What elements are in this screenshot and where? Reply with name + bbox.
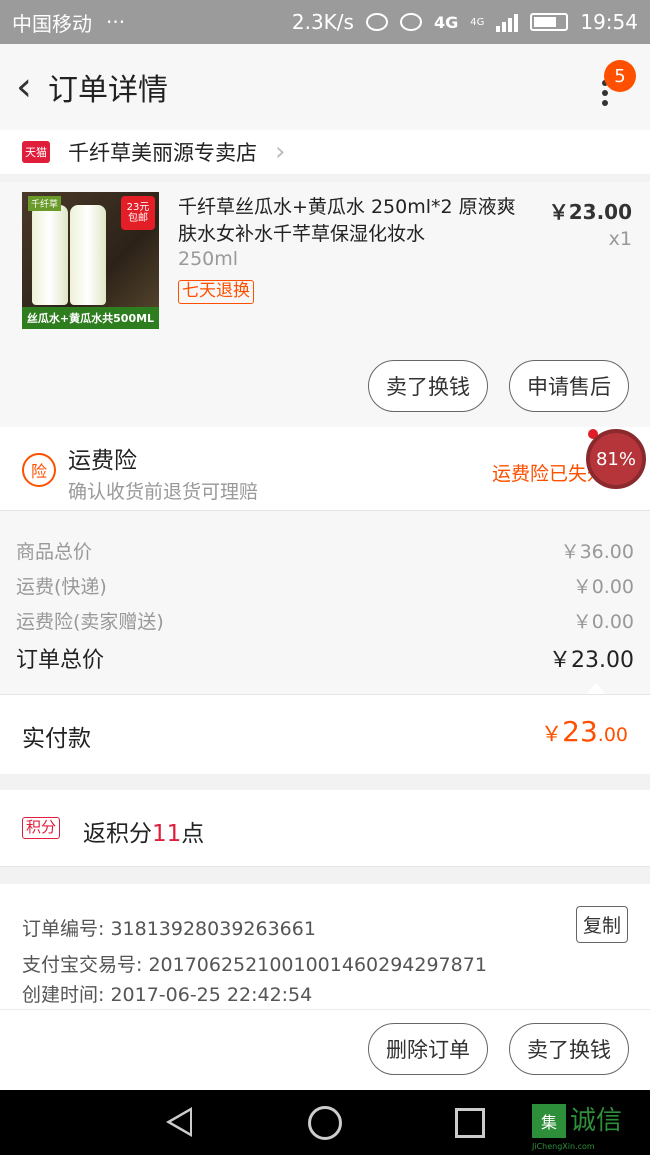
network-type: 4G (433, 12, 459, 32)
caret-pointer (586, 683, 606, 694)
shop-name: 千纤草美丽源专卖店 (68, 141, 257, 165)
copy-button[interactable]: 复制 (575, 906, 628, 943)
shipping-insurance-row[interactable]: 险 运费险 确认收货前退货可理赔 运费险已失效 81% (0, 427, 650, 511)
watermark-logo: 集 诚信 JiChengXin.com (532, 1100, 650, 1151)
shipping-label: 运费(快递) (16, 576, 107, 598)
points-suffix: 点 (181, 821, 205, 847)
shipping-row: 运费(快递) ￥0.00 (16, 572, 634, 599)
system-home-icon[interactable] (308, 1106, 342, 1140)
paid-currency: ￥ (541, 722, 563, 746)
paid-label: 实付款 (22, 726, 91, 752)
shipping-value: ￥0.00 (572, 576, 634, 598)
product-title[interactable]: 千纤草丝瓜水+黄瓜水 250ml*2 原液爽肤水女补水千芊草保湿化妆水 (178, 194, 523, 248)
order-number: 订单编号: 31813928039263661 (22, 918, 316, 940)
product-quantity: x1 (608, 228, 632, 250)
subtotal-row: 商品总价 ￥36.00 (16, 537, 634, 564)
image-brand-label: 千纤草 (28, 196, 62, 211)
network-speed: 2.3K/s (291, 10, 354, 34)
floating-progress-widget[interactable]: 81% (586, 429, 646, 489)
after-sale-button[interactable]: 申请售后 (509, 360, 629, 412)
product-card[interactable]: 千纤草 23元 包邮 丝瓜水+黄瓜水共500ML 千纤草丝瓜水+黄瓜水 250m… (0, 182, 650, 427)
points-text: 返积分11点 (83, 814, 204, 848)
image-tag-line2: 包邮 (128, 213, 148, 224)
points-prefix: 返积分 (83, 821, 152, 847)
more-menu-button[interactable]: 5 (592, 60, 636, 114)
alarm-icon (365, 13, 388, 31)
paid-value: ￥23.00 (541, 715, 628, 748)
bottle-shape (70, 205, 106, 305)
subtotal-value: ￥36.00 (560, 541, 634, 563)
insurance-icon: 险 (22, 453, 56, 487)
order-total-value: ￥23.00 (549, 648, 634, 673)
watermark-text: 诚信 (570, 1106, 623, 1136)
insurance-subtitle: 确认收货前退货可理赔 (68, 481, 259, 503)
insurance-title: 运费险 (68, 448, 137, 474)
price-summary: 商品总价 ￥36.00 运费(快递) ￥0.00 运费险(卖家赠送) ￥0.00… (0, 511, 650, 694)
resell-bottom-button[interactable]: 卖了换钱 (509, 1023, 629, 1075)
image-banner: 丝瓜水+黄瓜水共500ML (22, 307, 159, 329)
product-price: ￥23.00 (548, 200, 632, 224)
insurance-fee-label: 运费险(卖家赠送) (16, 611, 164, 633)
bottom-action-bar: 删除订单 卖了换钱 (0, 1009, 650, 1090)
system-back-inner (171, 1111, 190, 1133)
created-time: 创建时间: 2017-06-25 22:42:54 (22, 984, 313, 1006)
subtotal-label: 商品总价 (16, 541, 93, 563)
status-bar: 中国移动 ··· 2.3K/s 4G 4G 19:54 (0, 0, 650, 44)
carrier-label: 中国移动 (12, 11, 92, 36)
insurance-fee-value: ￥0.00 (572, 611, 634, 633)
points-count: 11 (152, 821, 182, 847)
points-row: 积分 返积分11点 (0, 790, 650, 867)
watermark-subtext: JiChengXin.com (532, 1142, 595, 1151)
network-type-2: 4G (470, 16, 485, 28)
bottle-shape (32, 205, 68, 305)
back-arrow-icon[interactable]: ‹ (2, 57, 46, 117)
product-sku: 250ml (178, 248, 239, 270)
page-title: 订单详情 (48, 73, 168, 108)
return-policy-badge: 七天退换 (178, 280, 254, 304)
chevron-right-icon: › (275, 137, 286, 167)
shop-row[interactable]: 天猫 千纤草美丽源专卖店 › (0, 130, 650, 174)
resell-button[interactable]: 卖了换钱 (368, 360, 488, 412)
order-total-row: 订单总价 ￥23.00 (16, 642, 634, 674)
paid-amount-row: 实付款 ￥23.00 (0, 694, 650, 774)
product-image[interactable]: 千纤草 23元 包邮 丝瓜水+黄瓜水共500ML (22, 192, 159, 329)
order-total-label: 订单总价 (16, 648, 105, 673)
alipay-number: 支付宝交易号: 2017062521001001460294297871 (22, 954, 487, 976)
image-tag-line1: 23元 (126, 202, 150, 213)
eye-icon (399, 13, 422, 31)
paid-integer: 23 (562, 715, 598, 748)
insurance-fee-row: 运费险(卖家赠送) ￥0.00 (16, 607, 634, 634)
image-price-tag: 23元 包邮 (121, 196, 155, 230)
watermark-icon: 集 (532, 1104, 566, 1138)
battery-icon (530, 13, 569, 31)
clock: 19:54 (580, 10, 638, 34)
message-badge: 5 (604, 60, 636, 92)
order-info: 订单编号: 31813928039263661 支付宝交易号: 20170625… (0, 884, 650, 1009)
navbar: ‹ 订单详情 5 (0, 44, 650, 130)
paid-decimal: .00 (597, 724, 628, 746)
delete-order-button[interactable]: 删除订单 (368, 1023, 488, 1075)
system-recent-apps-icon[interactable] (455, 1108, 485, 1138)
system-nav-bar: 集 诚信 JiChengXin.com (0, 1090, 650, 1155)
signal-icon (496, 12, 519, 32)
tmall-icon: 天猫 (22, 141, 50, 163)
points-icon: 积分 (22, 817, 61, 839)
notification-more: ··· (106, 10, 126, 34)
